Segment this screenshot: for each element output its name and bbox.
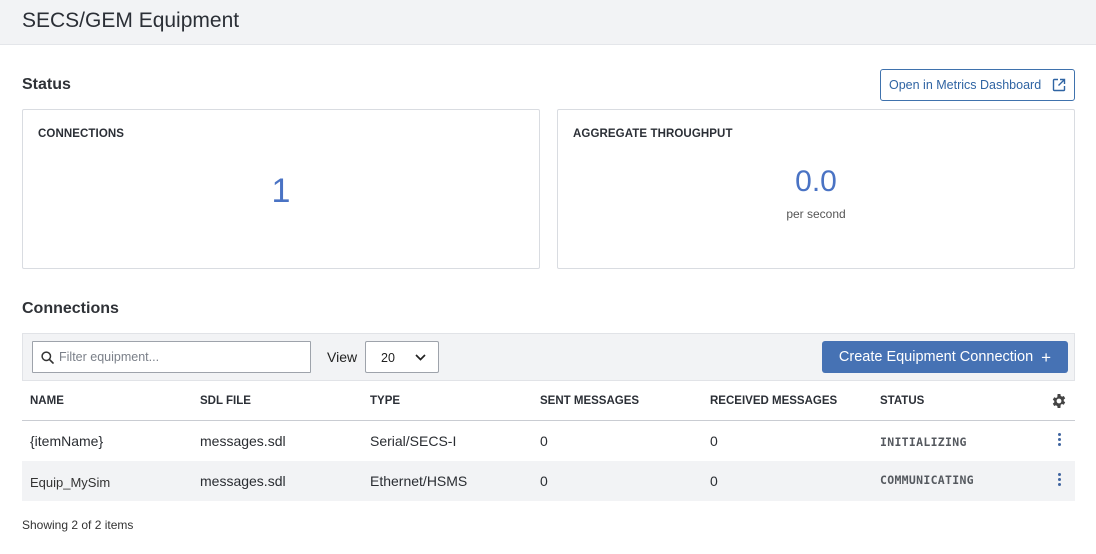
plus-icon: + [1041,347,1052,367]
metrics-button-label: Open in Metrics Dashboard [889,78,1042,92]
cell-sent-messages: 0 [540,433,548,449]
search-icon [41,351,54,364]
column-header-name[interactable]: NAME [30,395,64,407]
table-row[interactable]: Equip_MySim messages.sdl Ethernet/HSMS 0… [22,461,1075,501]
connections-card-label: CONNECTIONS [38,128,125,140]
row-actions-menu-icon[interactable] [1056,433,1062,449]
view-selected-value: 20 [381,351,395,365]
create-button-label: Create Equipment Connection [838,349,1034,365]
cell-sdl-file: messages.sdl [200,433,286,449]
chevron-down-icon [415,354,426,361]
connections-toolbar: View 20 Create Equipment Connection + [22,333,1075,381]
connections-count: 1 [271,172,291,210]
status-section-title: Status [22,76,71,93]
filter-equipment-input[interactable] [59,346,305,368]
gear-icon[interactable] [1051,393,1067,409]
column-header-sdl-file[interactable]: SDL FILE [200,395,251,407]
throughput-card: AGGREGATE THROUGHPUT 0.0 per second [557,109,1075,269]
cell-name: {itemName} [30,433,104,449]
column-header-status[interactable]: STATUS [880,395,924,407]
throughput-value: 0.0 [795,165,837,198]
cell-name: Equip_MySim [30,475,111,490]
cell-received-messages: 0 [710,473,718,489]
cell-sent-messages: 0 [540,473,548,489]
create-equipment-connection-button[interactable]: Create Equipment Connection + [822,341,1068,373]
view-page-size-select[interactable]: 20 [365,341,439,373]
items-count: Showing 2 of 2 items [22,518,134,532]
column-header-received-messages[interactable]: RECEIVED MESSAGES [710,395,837,407]
column-header-sent-messages[interactable]: SENT MESSAGES [540,395,639,407]
cell-status: INITIALIZING [880,435,967,449]
connections-section-title: Connections [22,300,119,317]
column-header-type[interactable]: TYPE [370,395,400,407]
cell-status: COMMUNICATING [880,473,974,487]
connections-card: CONNECTIONS 1 [22,109,540,269]
cell-type: Ethernet/HSMS [370,473,468,489]
cell-sdl-file: messages.sdl [200,473,286,489]
table-row[interactable]: {itemName} messages.sdl Serial/SECS-I 0 … [22,421,1075,461]
cell-type: Serial/SECS-I [370,433,457,449]
open-metrics-dashboard-button[interactable]: Open in Metrics Dashboard [880,69,1075,101]
table-header: NAME SDL FILE TYPE SENT MESSAGES RECEIVE… [22,381,1075,421]
connections-table: NAME SDL FILE TYPE SENT MESSAGES RECEIVE… [22,381,1075,501]
filter-box [32,341,311,373]
page-title: SECS/GEM Equipment [22,9,240,32]
cell-received-messages: 0 [710,433,718,449]
throughput-card-label: AGGREGATE THROUGHPUT [573,128,733,140]
page-header: SECS/GEM Equipment [0,0,1096,45]
throughput-unit: per second [786,207,846,221]
external-link-icon [1052,78,1066,92]
row-actions-menu-icon[interactable] [1056,473,1062,489]
view-label: View [327,349,358,365]
